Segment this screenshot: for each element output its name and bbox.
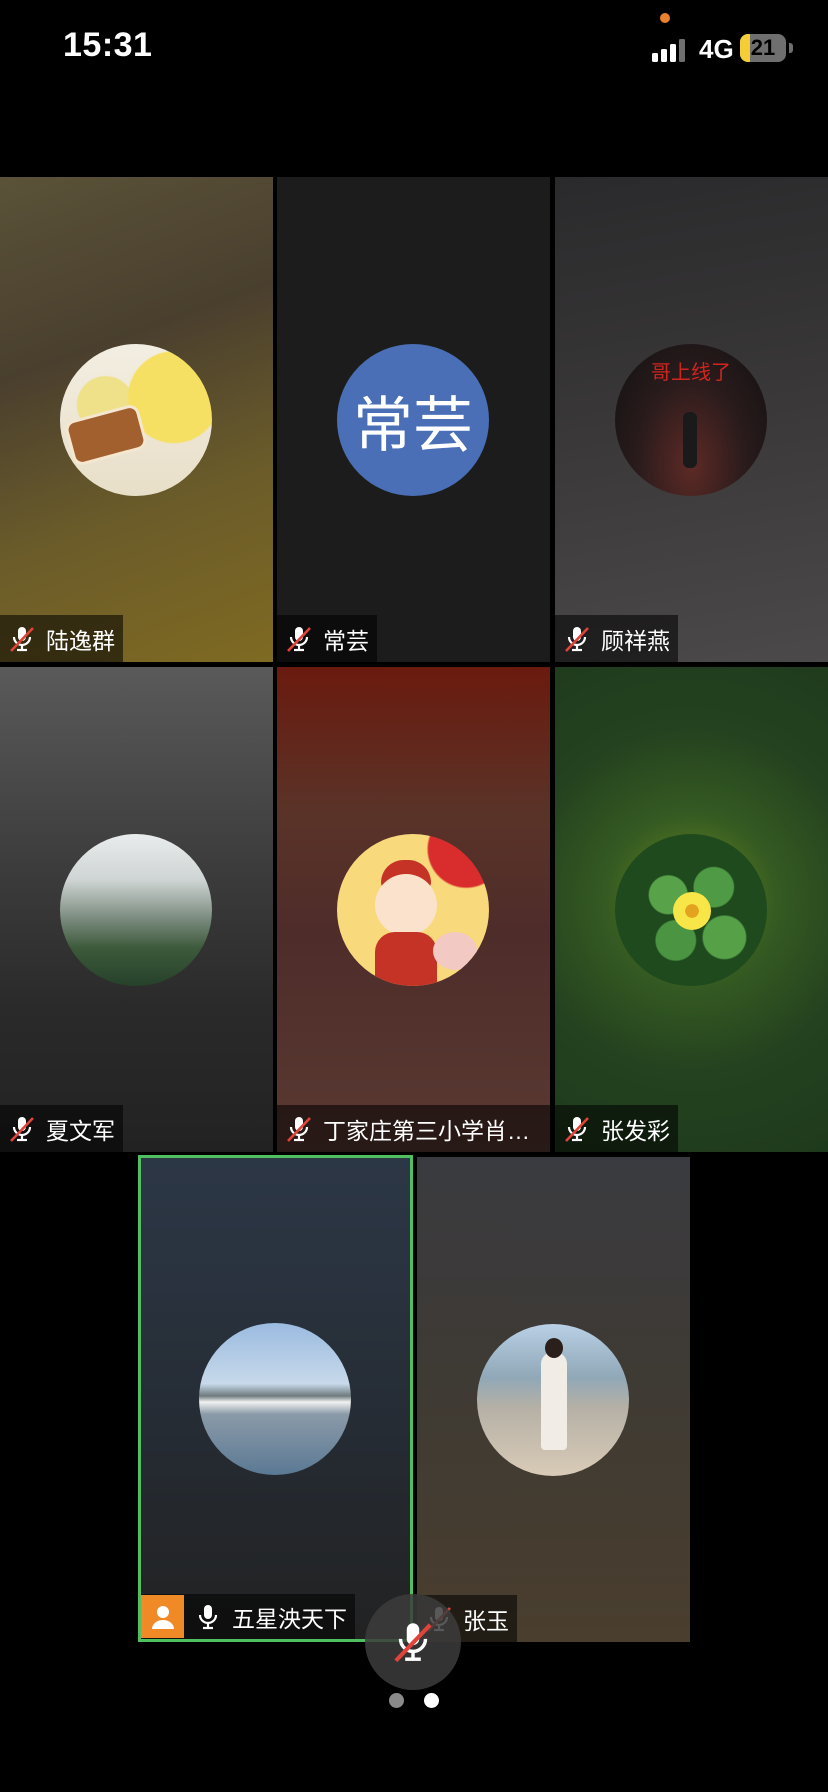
mic-muted-icon <box>6 623 38 655</box>
participant-tile[interactable]: 哥上线了 顾祥燕 <box>555 177 828 662</box>
host-person-icon <box>141 1595 184 1638</box>
participant-label: 张发彩 <box>555 1105 678 1152</box>
participant-label: 夏文军 <box>0 1105 123 1152</box>
mic-muted-icon <box>283 623 315 655</box>
participant-text-avatar: 常芸 <box>337 344 489 496</box>
participant-tile-active[interactable]: 五星泱天下 <box>138 1155 413 1642</box>
page-indicator[interactable] <box>0 1693 828 1708</box>
mic-icon <box>192 1601 224 1633</box>
mic-muted-icon <box>6 1113 38 1145</box>
network-type: 4G <box>699 34 734 64</box>
participant-label: 常芸 <box>277 615 377 662</box>
avatar-poster-text: 哥上线了 <box>651 360 731 384</box>
page-dot[interactable] <box>424 1693 439 1708</box>
participant-avatar <box>477 1324 629 1476</box>
participant-tile[interactable]: 丁家庄第三小学肖… <box>277 667 550 1152</box>
mute-toggle-button[interactable] <box>365 1594 461 1690</box>
battery-cap <box>789 43 793 53</box>
status-bar: 15:31 4G 21 <box>0 0 828 100</box>
participant-name: 丁家庄第三小学肖… <box>323 1117 530 1144</box>
page-dot[interactable] <box>389 1693 404 1708</box>
status-time: 15:31 <box>63 26 153 64</box>
participant-tile[interactable]: 夏文军 <box>0 667 273 1152</box>
participant-avatar: 哥上线了 <box>615 344 767 496</box>
participant-label: 五星泱天下 <box>141 1594 355 1639</box>
participant-tile[interactable]: 陆逸群 <box>0 177 273 662</box>
participant-name: 顾祥燕 <box>601 627 670 654</box>
participant-avatar <box>60 834 212 986</box>
participant-tile[interactable]: 张发彩 <box>555 667 828 1152</box>
participant-name: 常芸 <box>323 627 369 654</box>
mic-muted-icon <box>388 1617 438 1667</box>
participant-name: 五星泱天下 <box>232 1605 347 1632</box>
battery-icon: 21 <box>740 34 786 62</box>
privacy-indicator-dot <box>660 13 670 23</box>
participant-avatar <box>337 834 489 986</box>
participant-avatar <box>199 1323 351 1475</box>
participant-label: 丁家庄第三小学肖… <box>277 1105 550 1152</box>
participant-tile[interactable]: 常芸 常芸 <box>277 177 550 662</box>
participant-label: 陆逸群 <box>0 615 123 662</box>
mic-muted-icon <box>283 1113 315 1145</box>
battery-level: 21 <box>750 35 776 60</box>
participant-label: 顾祥燕 <box>555 615 678 662</box>
mic-muted-icon <box>561 1113 593 1145</box>
participant-name: 夏文军 <box>46 1117 115 1144</box>
participant-tile[interactable]: 张玉 <box>417 1157 690 1642</box>
participant-name: 张玉 <box>463 1607 509 1634</box>
participant-name: 张发彩 <box>601 1117 670 1144</box>
participant-name: 陆逸群 <box>46 627 115 654</box>
participant-avatar <box>60 344 212 496</box>
mic-muted-icon <box>561 623 593 655</box>
participant-avatar <box>615 834 767 986</box>
cellular-signal-icon <box>652 38 690 62</box>
